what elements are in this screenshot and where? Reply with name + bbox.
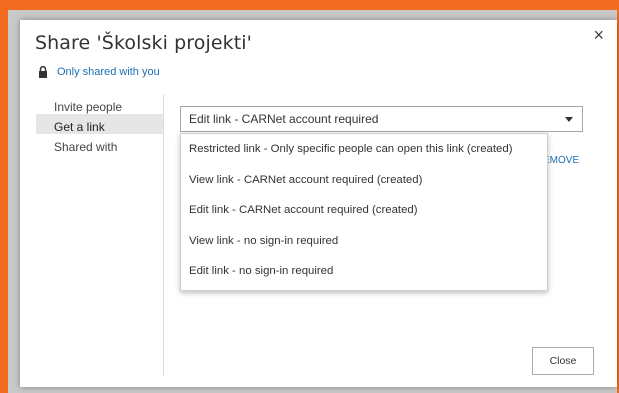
link-type-select[interactable]: Edit link - CARNet account required: [180, 106, 583, 132]
share-dialog: Share 'Školski projekti' × Only shared w…: [20, 20, 617, 387]
nav-item-get-a-link[interactable]: Get a link: [36, 114, 163, 134]
link-type-selected: Edit link - CARNet account required: [189, 112, 379, 126]
close-icon[interactable]: ×: [593, 25, 604, 46]
menu-item-edit-link-anonymous[interactable]: Edit link - no sign-in required: [181, 256, 547, 287]
privacy-link[interactable]: Only shared with you: [57, 66, 160, 78]
menu-item-edit-link-carnet[interactable]: Edit link - CARNet account required (cre…: [181, 195, 547, 226]
share-nav: Invite people Get a link Shared with: [36, 94, 164, 376]
menu-item-restricted-link[interactable]: Restricted link - Only specific people c…: [181, 134, 547, 165]
menu-item-view-link-anonymous[interactable]: View link - no sign-in required: [181, 226, 547, 257]
privacy-status: Only shared with you: [38, 66, 160, 78]
link-type-menu: Restricted link - Only specific people c…: [180, 133, 548, 291]
remove-link[interactable]: EMOVE: [543, 155, 579, 166]
lock-icon: [39, 66, 47, 78]
menu-item-view-link-carnet[interactable]: View link - CARNet account required (cre…: [181, 165, 547, 196]
nav-item-shared-with[interactable]: Shared with: [36, 134, 163, 154]
chevron-down-icon: [565, 117, 573, 122]
close-button[interactable]: Close: [532, 347, 594, 375]
nav-item-invite-people[interactable]: Invite people: [36, 94, 163, 114]
dialog-title: Share 'Školski projekti': [35, 32, 253, 54]
